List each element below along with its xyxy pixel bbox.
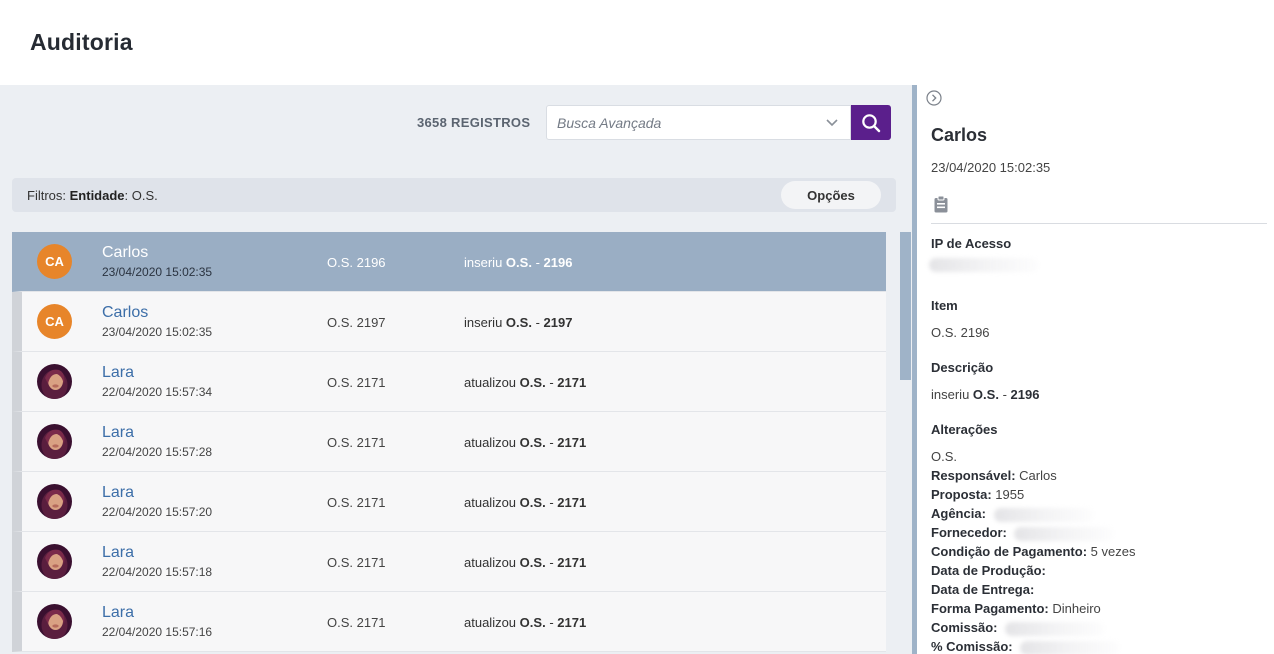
audit-record-list: CA Carlos 23/04/2020 15:02:35 O.S. 2196 …	[12, 232, 886, 654]
clipboard-icon[interactable]	[933, 195, 949, 213]
item-value: O.S. 2196	[931, 325, 990, 340]
row-item: O.S. 2171	[327, 435, 386, 450]
search-input[interactable]	[557, 106, 817, 139]
page-title: Auditoria	[30, 29, 133, 55]
table-row[interactable]: CA Carlos 23/04/2020 15:02:35 O.S. 2197 …	[12, 292, 886, 352]
detail-date: 23/04/2020 15:02:35	[931, 160, 1051, 175]
active-filters: Filtros: Entidade: O.S.	[27, 188, 158, 203]
table-row[interactable]: Lara 22/04/2020 15:57:34 O.S. 2171 atual…	[12, 352, 886, 412]
changes-entity: O.S.	[931, 449, 958, 464]
change-line: % Comissão:	[931, 639, 1121, 654]
row-description: atualizou O.S. - 2171	[464, 615, 587, 630]
row-item: O.S. 2171	[327, 495, 386, 510]
item-label: Item	[931, 298, 958, 313]
change-line: Responsável: Carlos	[931, 468, 1057, 483]
row-date: 22/04/2020 15:57:18	[102, 565, 213, 579]
row-item: O.S. 2197	[327, 315, 386, 330]
ip-label: IP de Acesso	[931, 236, 1012, 251]
change-line: Comissão:	[931, 620, 1106, 636]
row-date: 23/04/2020 15:02:35	[102, 265, 213, 279]
filters-prefix: Filtros:	[27, 188, 66, 203]
change-line: Proposta: 1955	[931, 487, 1025, 502]
row-user-name[interactable]: Lara	[102, 484, 134, 502]
scrollbar-thumb[interactable]	[900, 232, 911, 380]
row-description: atualizou O.S. - 2171	[464, 435, 587, 450]
detail-user-name: Carlos	[931, 125, 988, 145]
redacted-value	[993, 507, 1094, 522]
change-line: Fornecedor:	[931, 525, 1115, 541]
row-user-name[interactable]: Lara	[102, 424, 134, 442]
description-label: Descrição	[931, 360, 994, 375]
chevron-down-icon[interactable]	[824, 114, 840, 130]
change-line: Agência:	[931, 506, 1094, 522]
redacted-value	[1020, 640, 1121, 654]
avatar	[37, 604, 72, 639]
row-user-name[interactable]: Carlos	[102, 304, 148, 322]
app-window: Auditoria 3658 REGISTROS Filtros: Entida…	[0, 0, 1274, 654]
filter-entity-label: Entidade	[69, 188, 125, 203]
row-user-name[interactable]: Carlos	[102, 244, 148, 262]
table-row[interactable]: Lara 22/04/2020 15:57:20 O.S. 2171 atual…	[12, 472, 886, 532]
row-date: 22/04/2020 15:57:16	[102, 625, 213, 639]
table-row[interactable]: Lara 22/04/2020 15:57:18 O.S. 2171 atual…	[12, 532, 886, 592]
row-date: 22/04/2020 15:57:34	[102, 385, 213, 399]
row-item: O.S. 2171	[327, 615, 386, 630]
change-line: Data de Produção:	[931, 563, 1046, 578]
filter-entity-value: O.S.	[131, 188, 158, 203]
avatar: CA	[37, 304, 72, 339]
avatar	[37, 484, 72, 519]
records-count: 3658 REGISTROS	[417, 115, 531, 130]
description-value: inseriu O.S. - 2196	[931, 387, 1040, 402]
detail-panel: Carlos 23/04/2020 15:02:35 IP de Acesso …	[917, 85, 1274, 654]
change-line: Data de Entrega:	[931, 582, 1035, 597]
avatar: CA	[37, 244, 72, 279]
row-description: inseriu O.S. - 2196	[464, 255, 573, 270]
row-item: O.S. 2171	[327, 375, 386, 390]
chevron-right-circle-icon[interactable]	[926, 90, 942, 106]
search-icon	[862, 113, 881, 132]
table-row[interactable]: Lara 22/04/2020 15:57:28 O.S. 2171 atual…	[12, 412, 886, 472]
row-description: atualizou O.S. - 2171	[464, 375, 587, 390]
filters-bar: Filtros: Entidade: O.S. Opções	[12, 178, 896, 212]
options-button[interactable]: Opções	[781, 181, 881, 209]
redacted-value	[1005, 621, 1106, 636]
row-date: 22/04/2020 15:57:20	[102, 505, 213, 519]
advanced-search-select[interactable]	[546, 105, 851, 140]
row-date: 23/04/2020 15:02:35	[102, 325, 213, 339]
row-item: O.S. 2171	[327, 555, 386, 570]
detail-divider	[931, 223, 1267, 224]
row-description: inseriu O.S. - 2197	[464, 315, 573, 330]
search-button[interactable]	[851, 105, 891, 140]
table-row[interactable]: Lara 22/04/2020 15:57:16 O.S. 2171 atual…	[12, 592, 886, 652]
row-item: O.S. 2196	[327, 255, 386, 270]
page-header: Auditoria	[0, 0, 1274, 85]
avatar	[37, 424, 72, 459]
row-description: atualizou O.S. - 2171	[464, 555, 587, 570]
audit-list-pane: 3658 REGISTROS Filtros: Entidade: O.S. O…	[0, 85, 912, 654]
row-description: atualizou O.S. - 2171	[464, 495, 587, 510]
row-user-name[interactable]: Lara	[102, 604, 134, 622]
changes-label: Alterações	[931, 422, 998, 437]
ip-value-redacted	[929, 258, 1039, 272]
row-date: 22/04/2020 15:57:28	[102, 445, 213, 459]
avatar	[37, 364, 72, 399]
change-line: Condição de Pagamento: 5 vezes	[931, 544, 1136, 559]
table-row[interactable]: CA Carlos 23/04/2020 15:02:35 O.S. 2196 …	[12, 232, 886, 292]
row-user-name[interactable]: Lara	[102, 544, 134, 562]
row-user-name[interactable]: Lara	[102, 364, 134, 382]
avatar	[37, 544, 72, 579]
change-line: Forma Pagamento: Dinheiro	[931, 601, 1101, 616]
redacted-value	[1014, 526, 1115, 541]
